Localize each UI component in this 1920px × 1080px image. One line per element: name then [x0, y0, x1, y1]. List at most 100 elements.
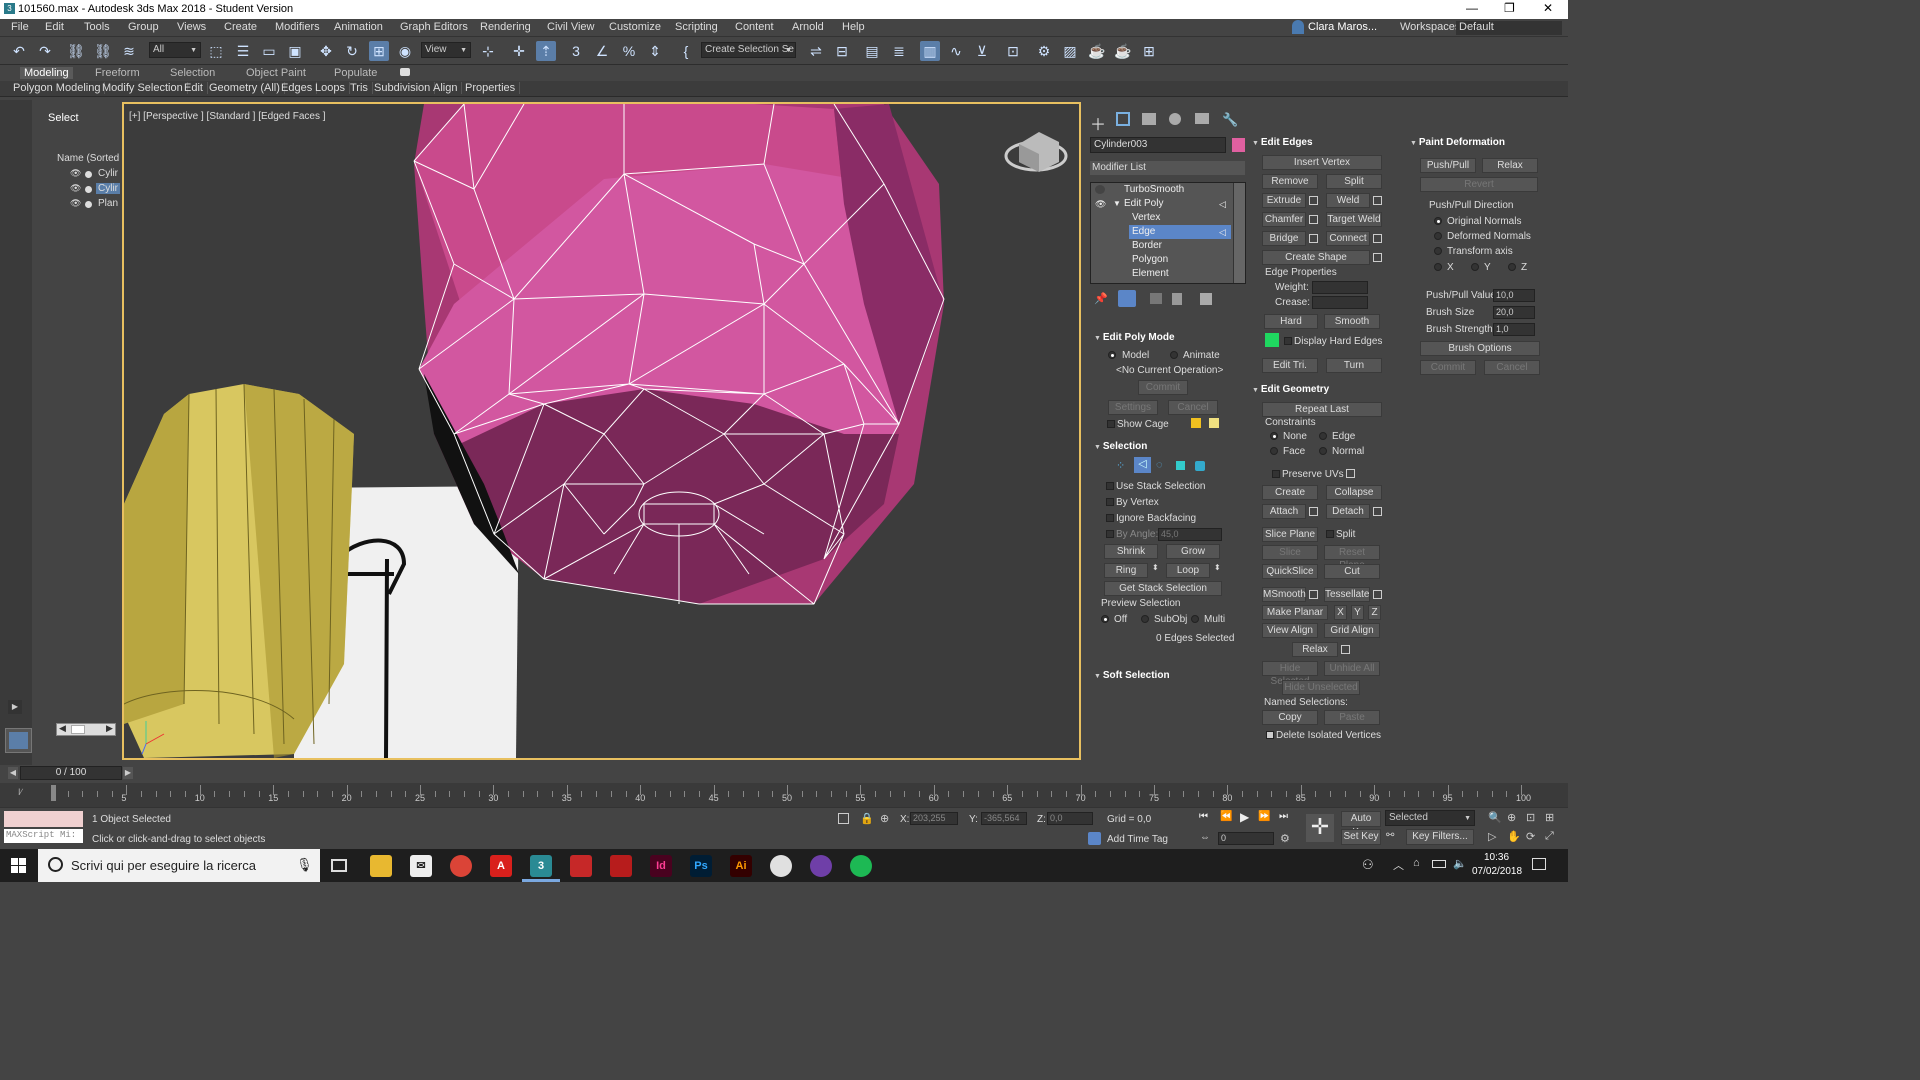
curve-editor-icon[interactable]: ∿ — [946, 41, 966, 61]
menu-arnold[interactable]: Arnold — [792, 21, 824, 33]
menu-file[interactable]: File — [11, 21, 29, 33]
auto-key-button[interactable]: Auto Key — [1341, 811, 1381, 838]
make-unique-icon[interactable] — [1150, 293, 1162, 304]
mirror-icon[interactable]: ⇌ — [806, 41, 826, 61]
menu-content[interactable]: Content — [735, 21, 774, 33]
weld-button[interactable]: Weld — [1326, 193, 1370, 208]
set-keys-icon[interactable]: ✛ — [1306, 814, 1334, 842]
detach-button[interactable]: Detach — [1326, 504, 1370, 519]
vertex-mode-icon[interactable]: ⁘ — [1116, 459, 1125, 472]
paint-relax-button[interactable]: Relax — [1482, 158, 1538, 173]
maximize-button[interactable]: ❐ — [1504, 1, 1515, 15]
menu-edit[interactable]: Edit — [45, 21, 64, 33]
render-dot-icon[interactable] — [85, 186, 92, 193]
zoom-extents-icon[interactable]: ⊡ — [1526, 811, 1535, 824]
render-production-icon[interactable]: ☕ — [1087, 41, 1107, 61]
display-tab-icon[interactable] — [1195, 113, 1209, 124]
commit-button[interactable]: Commit — [1138, 380, 1188, 395]
time-slider-prev[interactable]: ◀ — [8, 767, 18, 779]
modifier-list-dropdown[interactable]: Modifier List — [1090, 161, 1245, 175]
render-setup-icon[interactable]: ⚙ — [1034, 41, 1054, 61]
rectangular-selection-icon[interactable]: ▭ — [259, 41, 279, 61]
constraint-face-radio[interactable] — [1270, 447, 1278, 455]
create-button[interactable]: Create — [1262, 485, 1318, 500]
menu-create[interactable]: Create — [224, 21, 257, 33]
cancel-button[interactable]: Cancel — [1168, 400, 1218, 415]
panel-edges[interactable]: Edges — [281, 82, 318, 94]
named-selection-set-dropdown[interactable]: Create Selection Se — [701, 42, 796, 58]
panel-align[interactable]: Align — [433, 82, 463, 94]
preview-off-radio[interactable] — [1101, 615, 1109, 623]
panel-modify-selection[interactable]: Modify Selection — [102, 82, 188, 94]
relax-settings-icon[interactable] — [1341, 645, 1350, 654]
keyboard-shortcut-override-icon[interactable]: ⇡ — [536, 41, 556, 61]
make-planar-button[interactable]: Make Planar — [1262, 605, 1328, 620]
create-tab-icon[interactable]: ＋ — [1090, 111, 1106, 135]
scroll-thumb[interactable] — [71, 725, 85, 734]
scene-explorer-icon[interactable]: ▤ — [862, 41, 882, 61]
edit-edges-header[interactable]: Edit Edges — [1252, 137, 1313, 148]
edge-mode-icon[interactable]: ◁ — [1134, 457, 1151, 473]
delete-isolated-checkbox[interactable] — [1266, 731, 1274, 739]
select-manipulate-icon[interactable]: ✛ — [509, 41, 529, 61]
select-by-name-icon[interactable]: ☰ — [233, 41, 253, 61]
attach-button[interactable]: Attach — [1262, 504, 1306, 519]
menu-customize[interactable]: Customize — [609, 21, 661, 33]
chamfer-button[interactable]: Chamfer — [1262, 212, 1306, 227]
cage-color-swatch-2[interactable] — [1209, 418, 1219, 428]
chrome-icon[interactable] — [450, 855, 472, 877]
mail-icon[interactable]: ✉ — [410, 855, 432, 877]
set-key-button[interactable]: Set Key — [1341, 829, 1381, 845]
move-icon[interactable]: ✥ — [316, 41, 336, 61]
viewcube-icon[interactable] — [1004, 132, 1068, 172]
menu-help[interactable]: Help — [842, 21, 865, 33]
snaps-toggle-icon[interactable]: 3 — [566, 41, 586, 61]
constraint-edge-radio[interactable] — [1319, 432, 1327, 440]
brush-size-spinner[interactable]: 20,0 — [1493, 306, 1535, 319]
3ds-max-icon[interactable]: 3 — [530, 855, 552, 877]
brush-options-button[interactable]: Brush Options — [1420, 341, 1540, 356]
time-slider-next[interactable]: ▶ — [123, 767, 133, 779]
menu-rendering[interactable]: Rendering — [480, 21, 531, 33]
show-end-result-icon[interactable] — [1118, 290, 1136, 307]
maxscript-input[interactable]: MAXScript Mi: — [4, 829, 83, 843]
render-dot-icon[interactable] — [85, 171, 92, 178]
paint-icon[interactable] — [770, 855, 792, 877]
loop-spinner[interactable]: ⬍ — [1214, 563, 1221, 572]
minimize-button[interactable]: — — [1466, 1, 1478, 15]
get-stack-selection-button[interactable]: Get Stack Selection — [1104, 581, 1222, 596]
rendered-frame-window-icon[interactable]: ▨ — [1060, 41, 1080, 61]
selection-header[interactable]: Selection — [1094, 441, 1147, 452]
ring-spinner[interactable]: ⬍ — [1152, 563, 1159, 572]
smooth-button[interactable]: Smooth — [1324, 314, 1380, 329]
stack-item-edge[interactable]: Edge ◁ — [1129, 225, 1231, 239]
axis-y-radio[interactable] — [1471, 263, 1479, 271]
split-button[interactable]: Split — [1326, 174, 1382, 189]
hard-edge-color-swatch[interactable] — [1265, 333, 1279, 347]
menu-modifiers[interactable]: Modifiers — [275, 21, 320, 33]
align-icon[interactable]: ⊟ — [832, 41, 852, 61]
pivot-icon[interactable]: ⊹ — [478, 41, 498, 61]
battery-icon[interactable] — [1432, 860, 1446, 868]
spinner-snap-icon[interactable]: ⇕ — [645, 41, 665, 61]
edit-tri-button[interactable]: Edit Tri. — [1262, 358, 1318, 373]
grid-align-button[interactable]: Grid Align — [1324, 623, 1380, 638]
menu-group[interactable]: Group — [128, 21, 159, 33]
key-filters-button[interactable]: Key Filters... — [1406, 829, 1474, 845]
visibility-eye-icon[interactable]: 👁 — [70, 183, 81, 194]
toggle-ribbon-icon[interactable]: ▥ — [920, 41, 940, 61]
extrude-button[interactable]: Extrude — [1262, 193, 1306, 208]
paint-deformation-header[interactable]: Paint Deformation — [1410, 137, 1505, 148]
z-coordinate-field[interactable]: 0,0 — [1047, 812, 1093, 825]
paint-cancel-button[interactable]: Cancel — [1484, 360, 1540, 375]
microphone-icon[interactable]: 🎙 — [296, 857, 313, 873]
key-mode-icon[interactable]: ⇔ — [1200, 832, 1210, 843]
acrobat-icon[interactable]: A — [490, 855, 512, 877]
unhide-all-button[interactable]: Unhide All — [1324, 661, 1380, 676]
x-coordinate-field[interactable]: 203,255 — [910, 812, 958, 825]
collapse-arrow-icon[interactable]: ▼ — [1113, 197, 1121, 211]
stack-item-vertex[interactable]: Vertex — [1091, 211, 1231, 225]
axis-z-radio[interactable] — [1508, 263, 1516, 271]
tab-populate[interactable]: Populate — [334, 67, 377, 79]
indesign-icon[interactable]: Id — [650, 855, 672, 877]
